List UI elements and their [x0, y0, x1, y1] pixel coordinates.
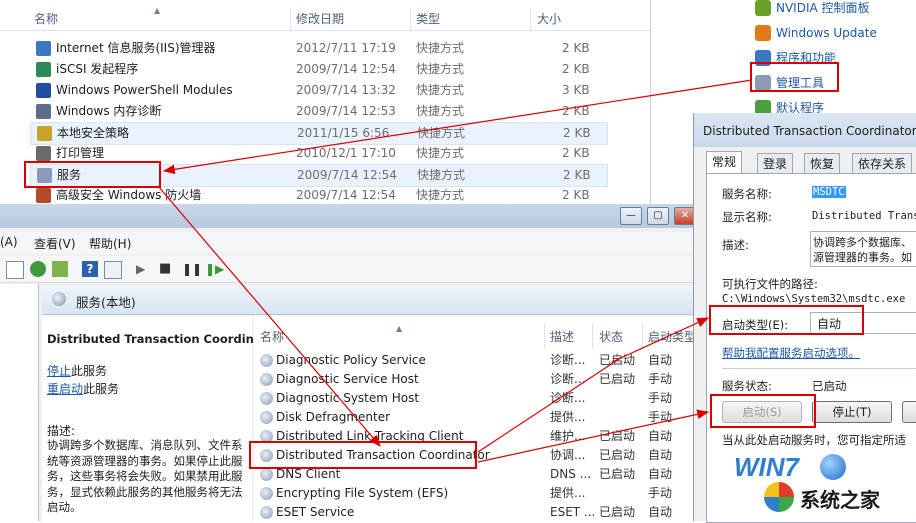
- annotation-arrows: [157, 79, 753, 463]
- arrow-dtc-to-props: [477, 356, 623, 453]
- arrow-to-start-button: [477, 409, 710, 463]
- arrow-admin-to-services: [162, 79, 753, 175]
- arrow-services-to-dtc: [157, 185, 381, 447]
- arrow-to-startup-type: [611, 317, 710, 363]
